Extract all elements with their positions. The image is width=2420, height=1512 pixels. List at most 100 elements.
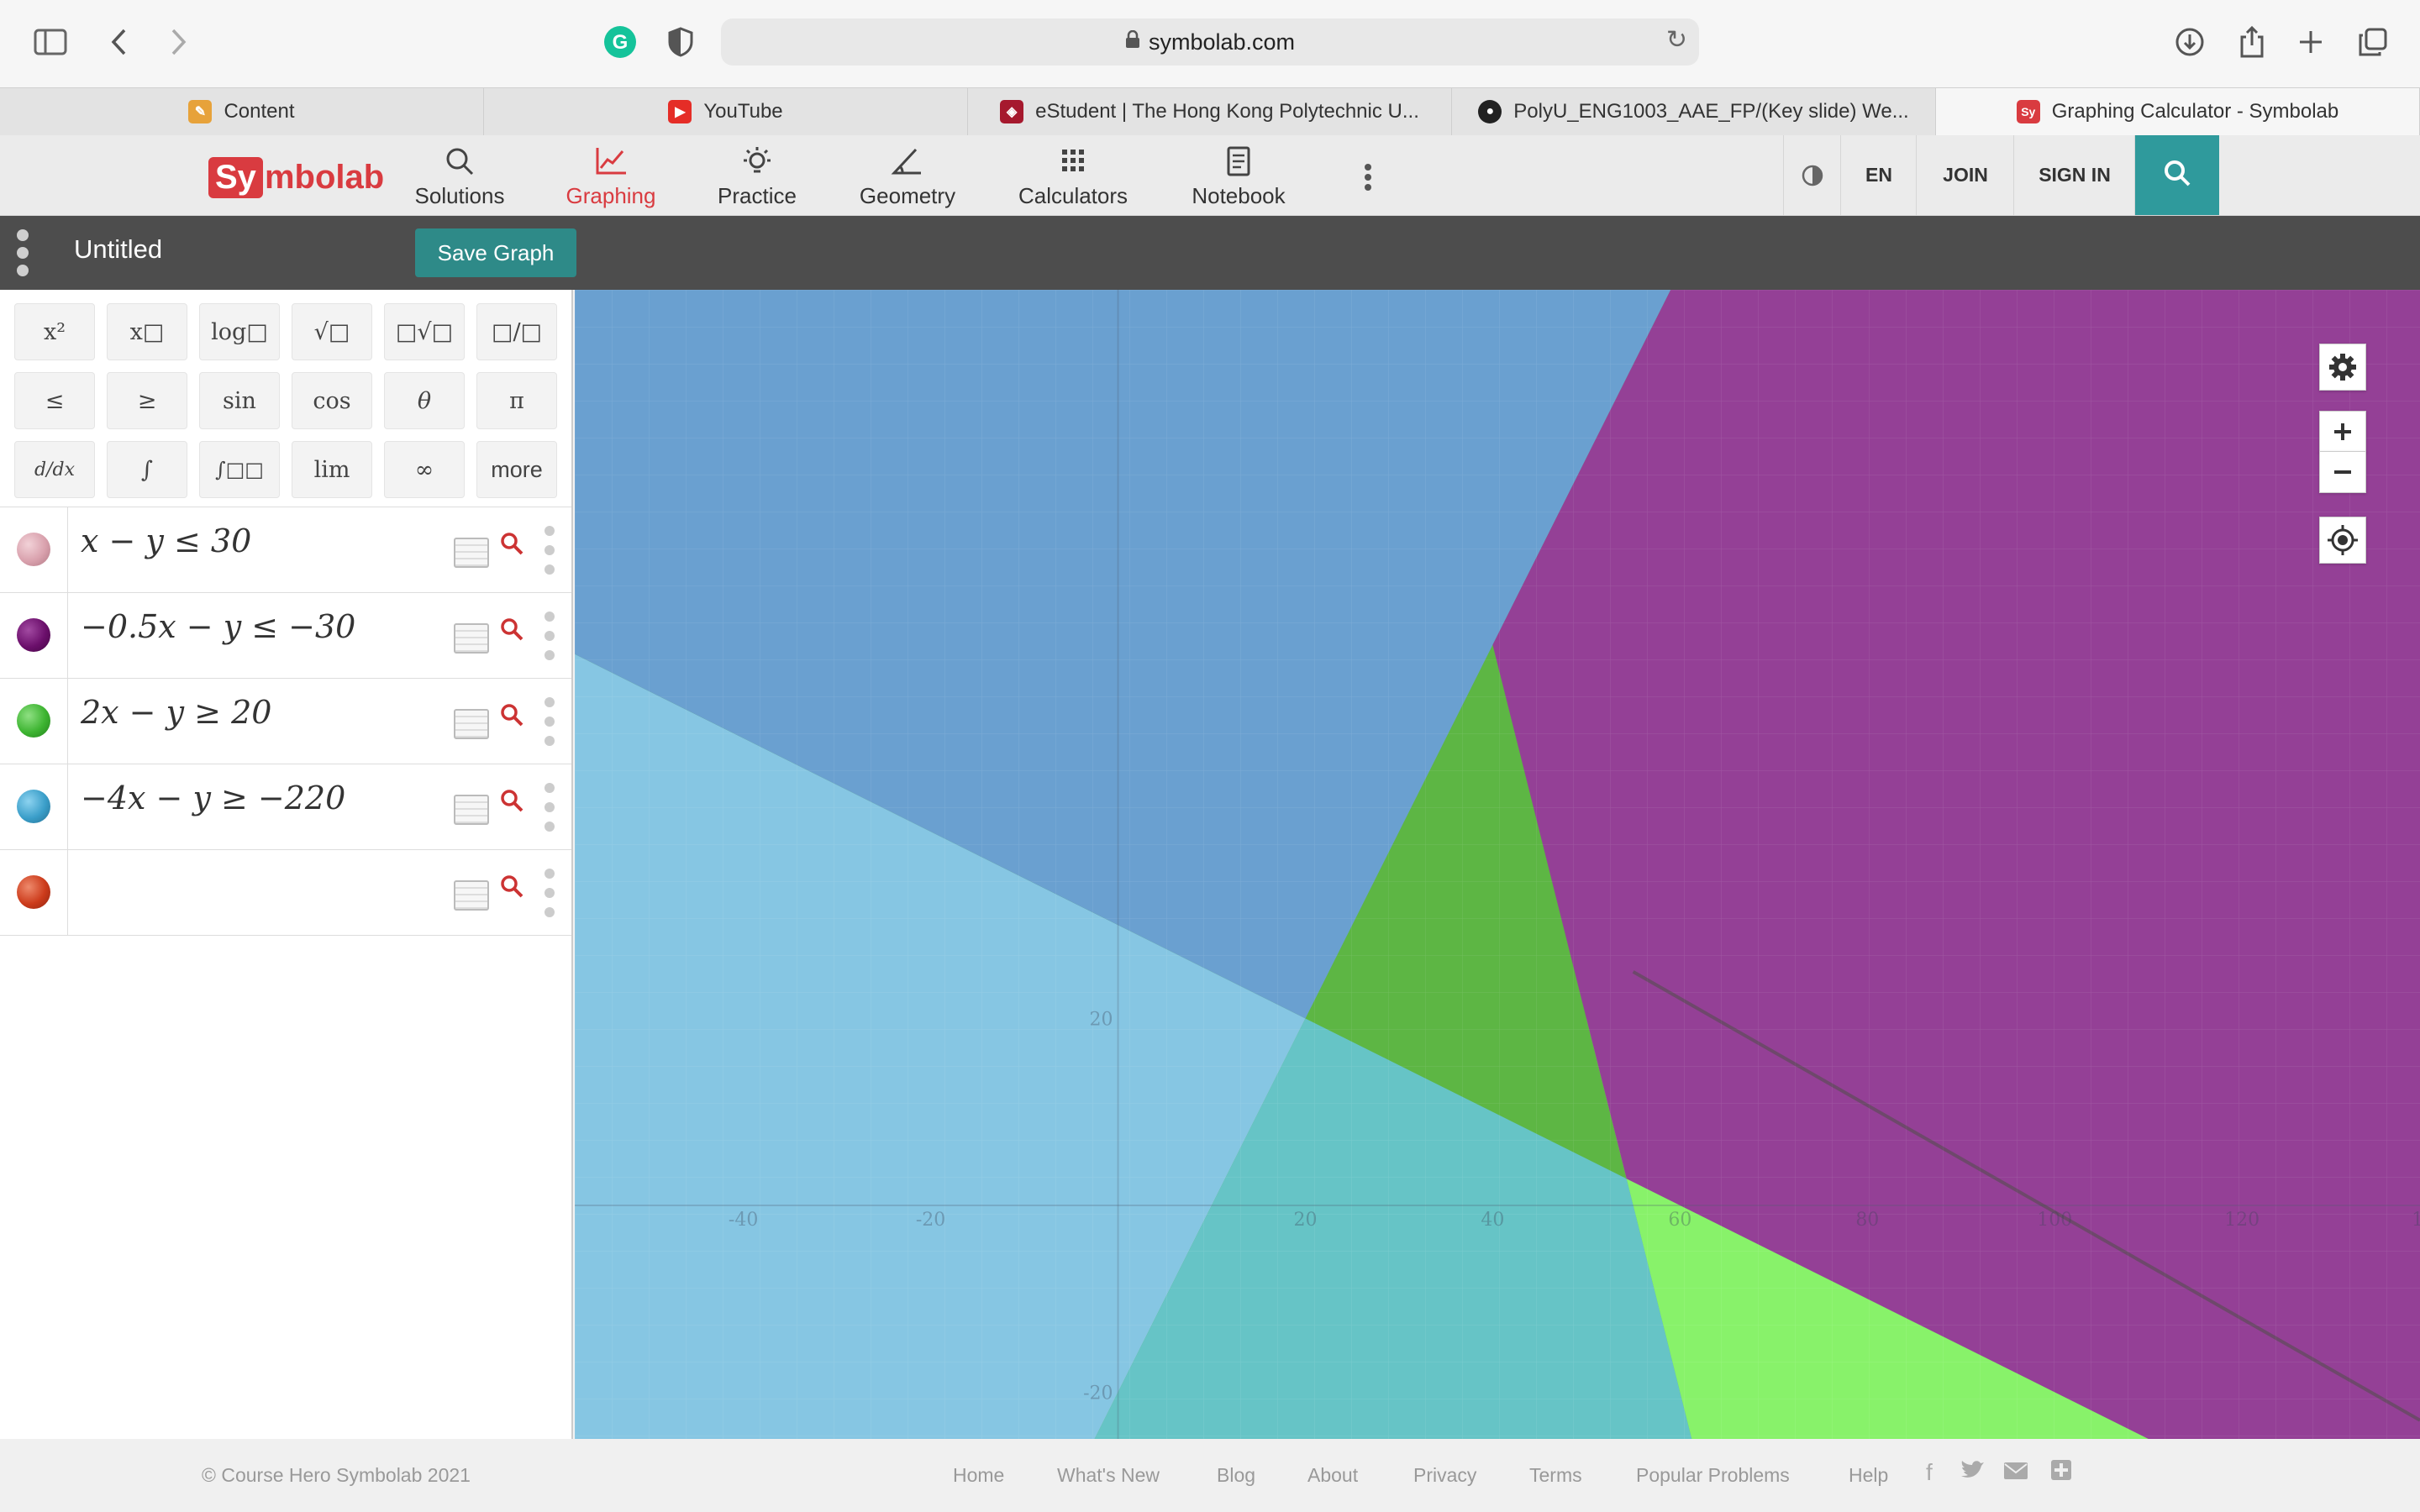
footer-link-privacy[interactable]: Privacy <box>1413 1464 1476 1487</box>
graph-canvas[interactable]: -40 -20 20 40 60 80 100 120 140 20 -20 <box>575 290 2420 1439</box>
key-integral[interactable]: ∫ <box>107 441 187 498</box>
footer-link-blog[interactable]: Blog <box>1217 1464 1255 1487</box>
nav-graphing[interactable]: Graphing <box>561 144 660 211</box>
nav-calculators[interactable]: Calculators <box>1013 144 1133 211</box>
row-options-icon[interactable] <box>544 783 556 832</box>
row-options-icon[interactable] <box>544 869 556 917</box>
url-text: symbolab.com <box>1148 29 1296 55</box>
key-geq[interactable]: ≥ <box>107 372 187 429</box>
graph-plot[interactable]: -40 -20 20 40 60 80 100 120 140 20 -20 <box>575 290 2420 1439</box>
downloads-icon[interactable] <box>2165 17 2215 67</box>
tab-symbolab[interactable]: Sy Graphing Calculator - Symbolab <box>1936 88 2420 135</box>
table-icon[interactable] <box>454 538 489 568</box>
shield-icon[interactable] <box>655 17 706 67</box>
row-options-icon[interactable] <box>544 526 556 575</box>
key-sin[interactable]: sin <box>199 372 280 429</box>
key-nth-root[interactable]: □√□ <box>384 303 465 360</box>
color-dot[interactable] <box>17 704 50 738</box>
key-cos[interactable]: cos <box>292 372 372 429</box>
symbolab-logo[interactable]: Sy mbolab <box>208 154 384 201</box>
key-sqrt[interactable]: √□ <box>292 303 372 360</box>
expression-input[interactable]: 2x − y ≥ 20 <box>81 694 271 731</box>
key-infinity[interactable]: ∞ <box>384 441 465 498</box>
zoom-to-icon[interactable] <box>499 617 524 648</box>
expression-input[interactable]: x − y ≤ 30 <box>81 522 251 559</box>
key-log[interactable]: log□ <box>199 303 280 360</box>
nav-solutions[interactable]: Solutions <box>410 144 509 211</box>
table-icon[interactable] <box>454 880 489 911</box>
footer-link-about[interactable]: About <box>1307 1464 1358 1487</box>
table-icon[interactable] <box>454 795 489 825</box>
expression-panel: x² x□ log□ √□ □√□ □/□ ≤ ≥ sin cos θ π d/… <box>0 290 573 1441</box>
zoom-to-icon[interactable] <box>499 788 524 820</box>
row-options-icon[interactable] <box>544 612 556 660</box>
facebook-icon[interactable]: f <box>1926 1459 1933 1486</box>
graph-menu-icon[interactable] <box>13 229 32 276</box>
nav-geometry[interactable]: Geometry <box>854 144 961 211</box>
new-tab-icon[interactable] <box>2286 17 2336 67</box>
key-more[interactable]: more <box>476 441 557 498</box>
contrast-toggle-icon[interactable] <box>1783 135 1841 215</box>
save-graph-button[interactable]: Save Graph <box>415 228 576 277</box>
sign-in-button[interactable]: SIGN IN <box>2013 135 2135 215</box>
key-theta[interactable]: θ <box>384 372 465 429</box>
zoom-in-icon[interactable] <box>2319 411 2366 453</box>
zoom-to-icon[interactable] <box>499 874 524 906</box>
footer-link-terms[interactable]: Terms <box>1529 1464 1582 1487</box>
key-derivative[interactable]: d/dx <box>14 441 95 498</box>
recenter-icon[interactable] <box>2319 517 2366 564</box>
key-pi[interactable]: π <box>476 372 557 429</box>
grammarly-icon[interactable]: G <box>595 17 645 67</box>
footer-link-home[interactable]: Home <box>953 1464 1004 1487</box>
header-search-button[interactable] <box>2134 135 2219 215</box>
tab-estudent[interactable]: ◈ eStudent | The Hong Kong Polytechnic U… <box>968 88 1452 135</box>
nav-practice[interactable]: Practice <box>708 144 807 211</box>
key-x-squared[interactable]: x² <box>14 303 95 360</box>
expression-row[interactable]: −0.5x − y ≤ −30 <box>0 592 571 678</box>
key-fraction[interactable]: □/□ <box>476 303 557 360</box>
footer-link-popular-problems[interactable]: Popular Problems <box>1636 1464 1790 1487</box>
back-icon[interactable] <box>94 17 145 67</box>
footer-link-whats-new[interactable]: What's New <box>1057 1464 1160 1487</box>
graph-settings-icon[interactable] <box>2319 344 2366 391</box>
color-dot[interactable] <box>17 533 50 566</box>
forward-icon[interactable] <box>153 17 203 67</box>
email-icon[interactable] <box>2003 1459 2028 1486</box>
zoom-to-icon[interactable] <box>499 702 524 734</box>
table-icon[interactable] <box>454 709 489 739</box>
color-dot[interactable] <box>17 875 50 909</box>
expression-row[interactable]: −4x − y ≥ −220 <box>0 764 571 849</box>
join-button[interactable]: JOIN <box>1916 135 2014 215</box>
key-x-power[interactable]: x□ <box>107 303 187 360</box>
expression-row[interactable]: 2x − y ≥ 20 <box>0 678 571 764</box>
reload-icon[interactable]: ↻ <box>1666 25 1687 55</box>
lock-icon <box>1125 29 1140 54</box>
color-dot[interactable] <box>17 790 50 823</box>
expression-input[interactable]: −4x − y ≥ −220 <box>81 780 345 816</box>
share-icon[interactable] <box>2227 17 2277 67</box>
key-leq[interactable]: ≤ <box>14 372 95 429</box>
color-dot[interactable] <box>17 618 50 652</box>
table-icon[interactable] <box>454 623 489 654</box>
nav-notebook[interactable]: Notebook <box>1185 144 1292 211</box>
zoom-to-icon[interactable] <box>499 531 524 563</box>
footer-link-help[interactable]: Help <box>1849 1464 1888 1487</box>
key-definite-integral[interactable]: ∫□□ <box>199 441 280 498</box>
sidebar-toggle-icon[interactable] <box>25 17 76 67</box>
tab-github[interactable]: ● PolyU_ENG1003_AAE_FP/(Key slide) We... <box>1452 88 1936 135</box>
address-bar[interactable]: symbolab.com ↻ <box>721 18 1699 66</box>
tab-content[interactable]: ✎ Content <box>0 88 484 135</box>
twitter-icon[interactable] <box>1960 1459 1985 1487</box>
graph-title[interactable]: Untitled <box>74 234 162 265</box>
more-menu-icon[interactable] <box>1351 144 1385 211</box>
row-options-icon[interactable] <box>544 697 556 746</box>
expression-row[interactable] <box>0 849 571 936</box>
key-limit[interactable]: lim <box>292 441 372 498</box>
expression-row[interactable]: x − y ≤ 30 <box>0 507 571 592</box>
tab-overview-icon[interactable] <box>2348 17 2398 67</box>
expression-input[interactable]: −0.5x − y ≤ −30 <box>81 608 355 645</box>
language-button[interactable]: EN <box>1840 135 1917 215</box>
add-icon[interactable] <box>2050 1459 2072 1487</box>
zoom-out-icon[interactable] <box>2319 451 2366 493</box>
tab-youtube[interactable]: ▶ YouTube <box>484 88 968 135</box>
